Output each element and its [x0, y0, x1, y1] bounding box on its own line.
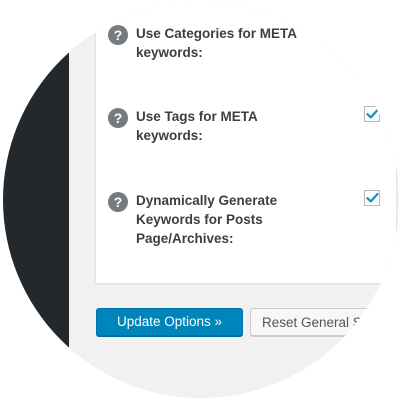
- use-tags-checkbox[interactable]: [364, 106, 380, 122]
- checkmark-icon: [366, 108, 379, 119]
- reset-general-settings-button[interactable]: Reset General S: [250, 308, 399, 336]
- option-label-dynamic-keywords: Dynamically Generate Keywords for Posts …: [136, 193, 278, 246]
- dynamic-keywords-checkbox[interactable]: [364, 190, 380, 206]
- update-options-button[interactable]: Update Options »: [96, 308, 243, 336]
- circular-viewport: ? Use Categories for META keywords: ? Us…: [3, 2, 399, 398]
- checkmark-icon: [366, 192, 379, 203]
- help-icon[interactable]: ?: [108, 192, 128, 212]
- option-label-tags: Use Tags for META keywords:: [136, 109, 258, 143]
- screenshot-stage: ? Use Categories for META keywords: ? Us…: [0, 0, 400, 400]
- help-icon[interactable]: ?: [108, 25, 128, 45]
- admin-sidebar: [3, 2, 69, 398]
- help-icon[interactable]: ?: [108, 108, 128, 128]
- option-label-categories: Use Categories for META keywords:: [136, 26, 297, 60]
